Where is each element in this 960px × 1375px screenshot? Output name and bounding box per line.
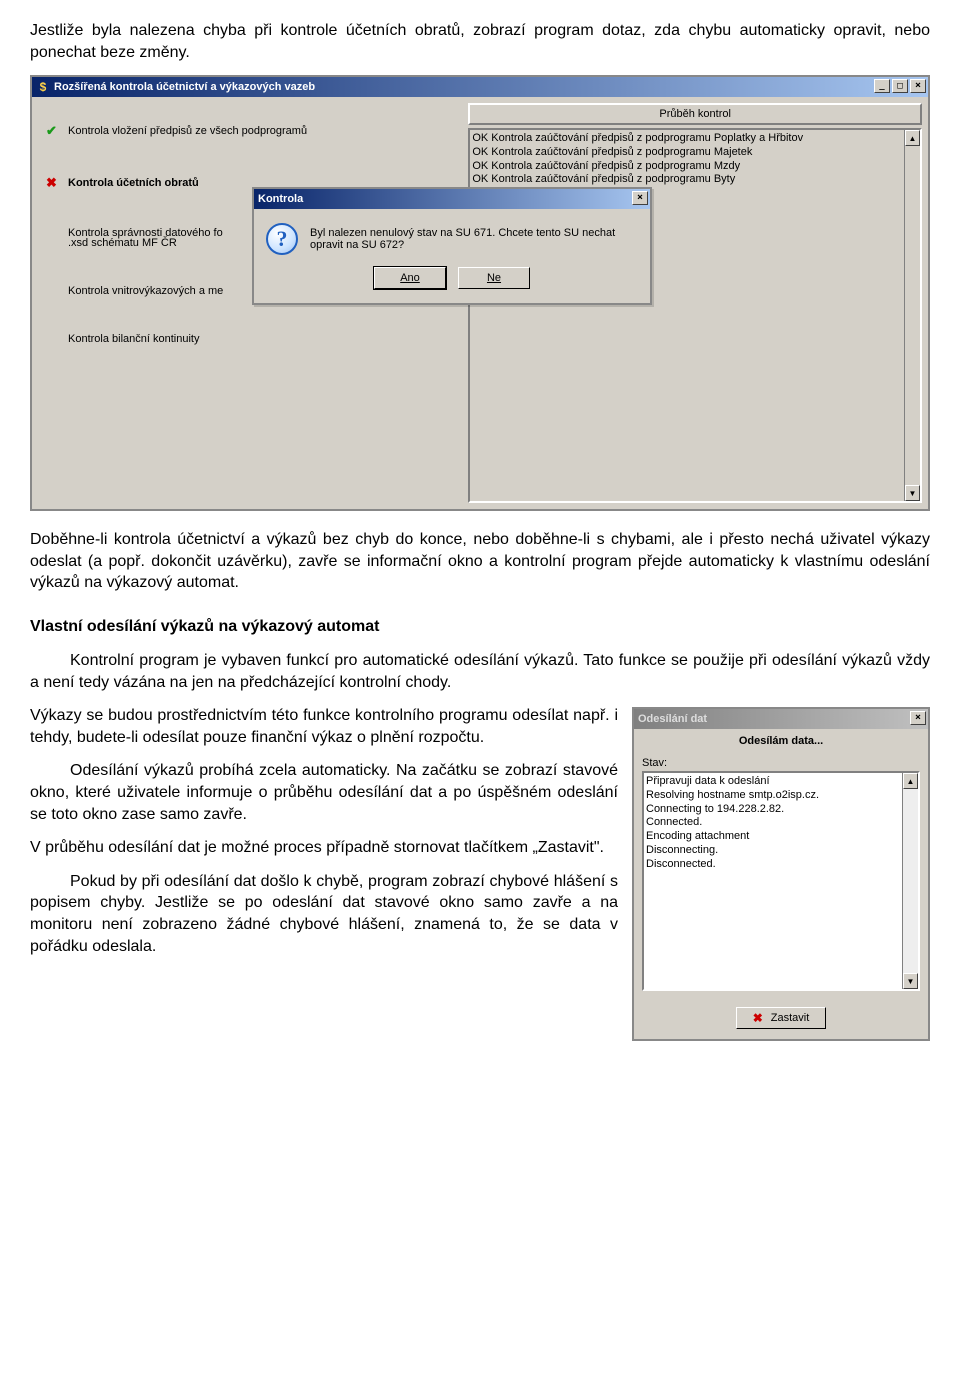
send-window: Odesílání dat × Odesílám data... Stav: P…: [632, 707, 930, 1041]
section-title: Vlastní odesílání výkazů na výkazový aut…: [30, 618, 930, 636]
log-line: Encoding attachment: [646, 830, 918, 844]
check-ok-icon: ✔: [46, 123, 60, 139]
scroll-down-icon[interactable]: ▼: [903, 973, 918, 989]
send-state-label: Stav:: [642, 757, 920, 769]
log-line: Disconnecting.: [646, 844, 918, 858]
check-label: Kontrola vnitrovýkazových a me: [68, 285, 223, 297]
window-title: Rozšířená kontrola účetnictví a výkazový…: [54, 81, 315, 93]
log-line: OK Kontrola zaúčtování předpisů z podpro…: [472, 146, 918, 160]
log-line: Disconnected.: [646, 858, 918, 872]
check-label: Kontrola bilanční kontinuity: [68, 333, 199, 345]
check-row: Kontrola bilanční kontinuity: [46, 333, 454, 345]
scroll-up-icon[interactable]: ▲: [903, 773, 918, 789]
log-line: Connecting to 194.228.2.82.: [646, 803, 918, 817]
scroll-down-icon[interactable]: ▼: [905, 485, 920, 501]
log-panel-header: Průběh kontrol: [468, 103, 922, 125]
body-paragraph: Kontrolní program je vybaven funkcí pro …: [30, 650, 930, 693]
log-line: Připravuji data k odeslání: [646, 775, 918, 789]
dialog-close-button[interactable]: ×: [632, 191, 648, 205]
stop-button-label: Zastavit: [771, 1012, 810, 1024]
scrollbar[interactable]: ▲ ▼: [904, 130, 920, 501]
check-label: Kontrola vložení předpisů ze všech podpr…: [68, 125, 307, 137]
dialog-title: Kontrola: [258, 193, 303, 205]
dialog-text: Byl nalezen nenulový stav na SU 671. Chc…: [310, 227, 638, 251]
send-header: Odesílám data...: [634, 729, 928, 757]
check-label: .xsd schématu MF ČR: [68, 237, 177, 249]
check-label: Kontrola účetních obratů: [68, 177, 199, 189]
maximize-button[interactable]: □: [892, 79, 908, 93]
titlebar: $ Rozšířená kontrola účetnictví a výkazo…: [32, 77, 928, 97]
yes-button[interactable]: Ano: [374, 267, 446, 289]
stop-button[interactable]: ✖ Zastavit: [736, 1007, 826, 1029]
send-log-box: Připravuji data k odeslání Resolving hos…: [642, 771, 920, 991]
no-button[interactable]: Ne: [458, 267, 530, 289]
minimize-button[interactable]: _: [874, 79, 890, 93]
x-icon: ✖: [753, 1011, 767, 1025]
log-line: OK Kontrola zaúčtování předpisů z podpro…: [472, 132, 918, 146]
log-box: OK Kontrola zaúčtování předpisů z podpro…: [468, 128, 922, 503]
send-titlebar: Odesílání dat ×: [634, 709, 928, 729]
intro-paragraph: Jestliže byla nalezena chyba při kontrol…: [30, 20, 930, 63]
window-icon: $: [36, 80, 50, 94]
log-line: Resolving hostname smtp.o2isp.cz.: [646, 789, 918, 803]
confirm-dialog: Kontrola × ? Byl nalezen nenulový stav n…: [252, 187, 652, 305]
scroll-up-icon[interactable]: ▲: [905, 130, 920, 146]
dialog-titlebar: Kontrola ×: [254, 189, 650, 209]
scrollbar[interactable]: ▲ ▼: [902, 773, 918, 989]
log-line: Connected.: [646, 816, 918, 830]
question-icon: ?: [266, 223, 298, 255]
send-close-button[interactable]: ×: [910, 711, 926, 725]
mid-paragraph: Doběhne-li kontrola účetnictví a výkazů …: [30, 529, 930, 594]
x-icon: ✖: [46, 175, 60, 191]
log-line: OK Kontrola zaúčtování předpisů z podpro…: [472, 160, 918, 174]
close-button[interactable]: ×: [910, 79, 926, 93]
check-row: ✔ Kontrola vložení předpisů ze všech pod…: [46, 123, 454, 139]
send-window-title: Odesílání dat: [638, 713, 707, 725]
log-line: OK Kontrola zaúčtování předpisů z podpro…: [472, 173, 918, 187]
app-window: $ Rozšířená kontrola účetnictví a výkazo…: [30, 75, 930, 511]
